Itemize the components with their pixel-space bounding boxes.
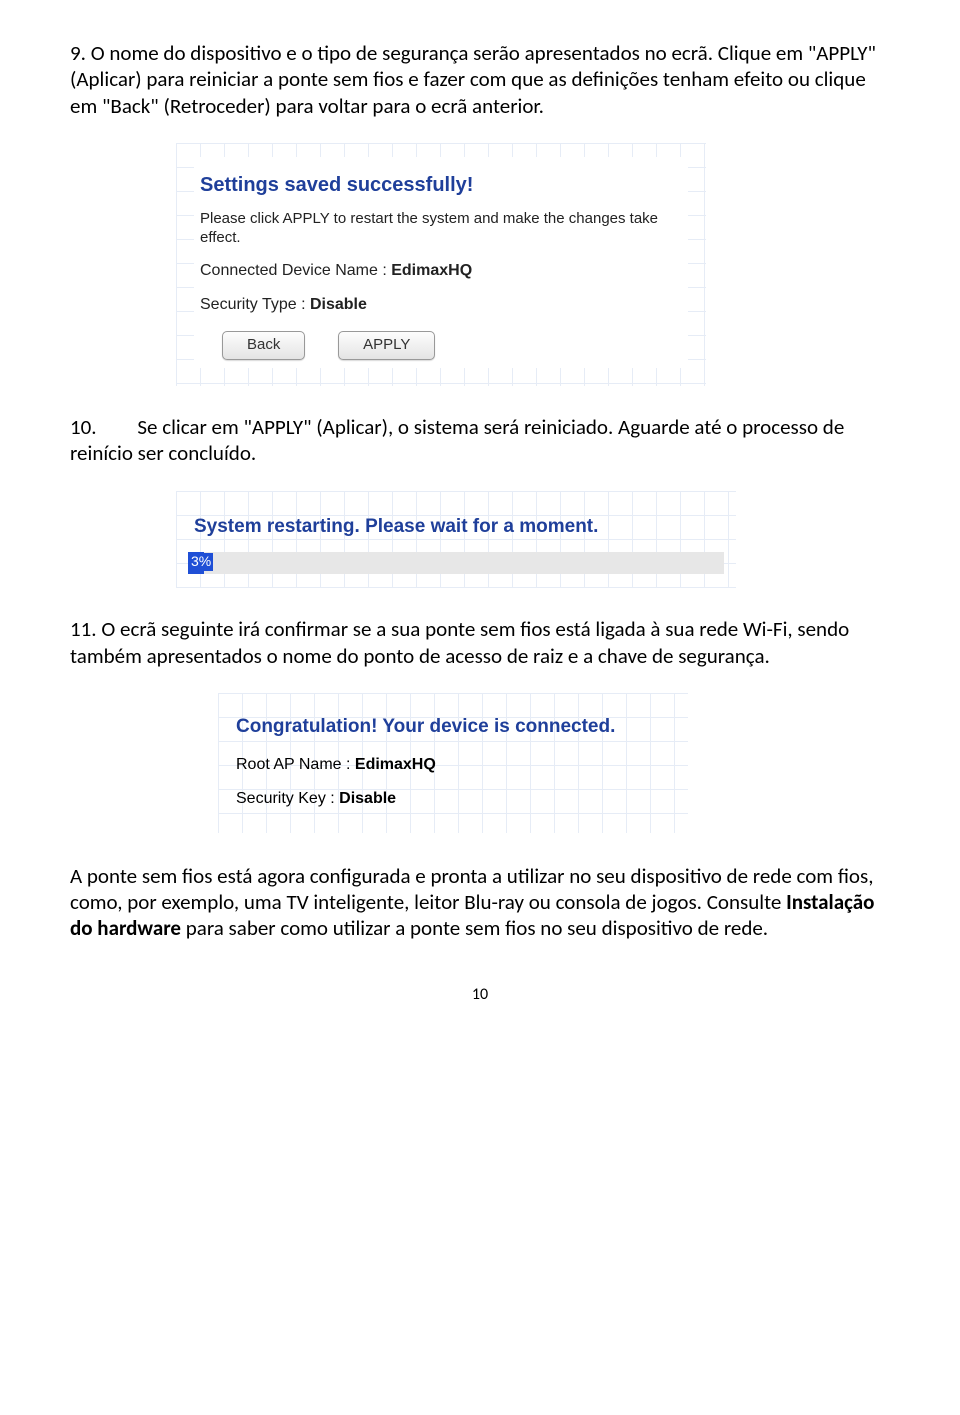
- final-text-1: A ponte sem fios está agora configurada …: [70, 863, 873, 915]
- system-restart-panel: System restarting. Please wait for a mom…: [176, 491, 736, 589]
- restart-message: System restarting. Please wait for a mom…: [194, 515, 724, 539]
- congratulation-headline: Congratulation! Your device is connected…: [236, 715, 674, 739]
- settings-saved-panel: Settings saved successfully! Please clic…: [176, 143, 706, 386]
- step-9-number: 9.: [70, 40, 86, 66]
- apply-button[interactable]: APPLY: [338, 331, 435, 360]
- step-10-text: Se clicar em "APPLY" (Aplicar), o sistem…: [70, 414, 844, 466]
- connected-device-value: EdimaxHQ: [391, 262, 472, 279]
- connected-device-field: Connected Device Name : EdimaxHQ: [200, 261, 682, 281]
- step-10: 10. Se clicar em "APPLY" (Aplicar), o si…: [70, 414, 890, 467]
- progress-percent: 3%: [189, 553, 213, 571]
- congratulation-panel: Congratulation! Your device is connected…: [218, 693, 688, 833]
- final-paragraph: A ponte sem fios está agora configurada …: [70, 863, 890, 942]
- step-9-text: O nome do dispositivo e o tipo de segura…: [70, 40, 876, 119]
- step-10-number: 10.: [70, 414, 97, 440]
- root-ap-label: Root AP Name :: [236, 756, 350, 773]
- back-button[interactable]: Back: [222, 331, 305, 360]
- progress-bar: 3%: [188, 552, 724, 574]
- root-ap-value: EdimaxHQ: [355, 756, 436, 773]
- security-type-value: Disable: [310, 296, 367, 313]
- step-11-number: 11.: [70, 616, 97, 642]
- step-9: 9. O nome do dispositivo e o tipo de seg…: [70, 40, 890, 119]
- connected-device-label: Connected Device Name :: [200, 262, 387, 279]
- root-ap-field: Root AP Name : EdimaxHQ: [236, 755, 674, 775]
- button-row: Back APPLY: [200, 329, 682, 360]
- settings-saved-headline: Settings saved successfully!: [200, 173, 682, 198]
- settings-saved-note: Please click APPLY to restart the system…: [200, 210, 682, 248]
- step-11-text: O ecrã seguinte irá confirmar se a sua p…: [70, 616, 849, 668]
- security-type-label: Security Type :: [200, 296, 306, 313]
- step-11: 11. O ecrã seguinte irá confirmar se a s…: [70, 616, 890, 669]
- security-key-value: Disable: [339, 790, 396, 807]
- security-key-field: Security Key : Disable: [236, 789, 674, 809]
- security-type-field: Security Type : Disable: [200, 295, 682, 315]
- final-text-2: para saber como utilizar a ponte sem fio…: [181, 915, 768, 941]
- security-key-label: Security Key :: [236, 790, 335, 807]
- page-number: 10: [70, 985, 890, 1005]
